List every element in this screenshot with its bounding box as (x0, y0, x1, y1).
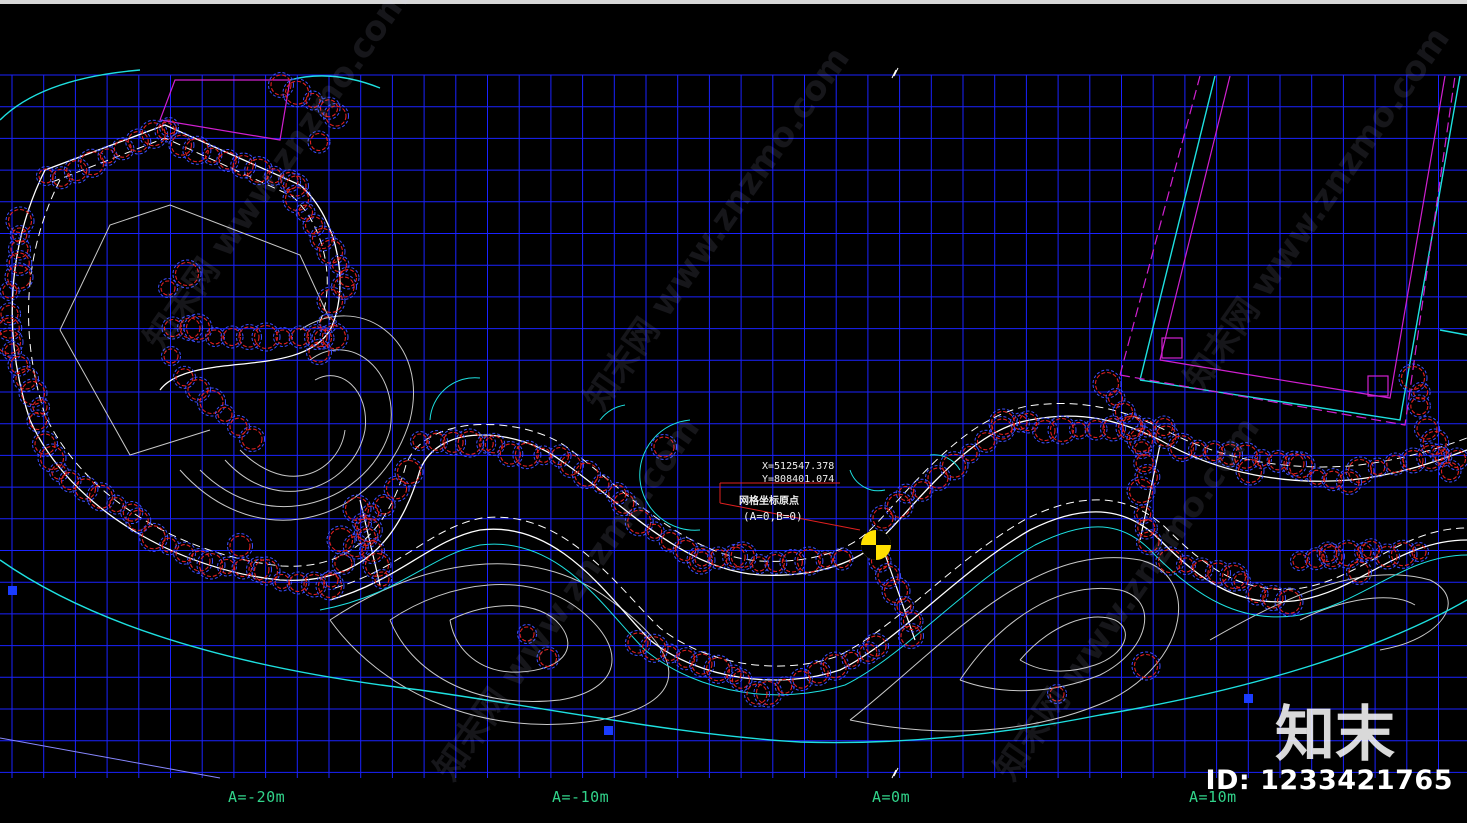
shrub-outline (1420, 428, 1450, 458)
shrub (303, 573, 325, 596)
shrub-outline (1345, 456, 1375, 486)
shrub (1233, 573, 1249, 589)
cad-viewport[interactable]: 知末网 www.znzmo.com 知末网 www.znzmo.com 知末网 … (0, 0, 1467, 823)
shrub-outline (182, 135, 212, 165)
shrub (1107, 390, 1124, 406)
shrub (1416, 418, 1438, 440)
shrub-outline (72, 475, 99, 502)
origin-y-coordinate: Y=808401.074 (762, 474, 835, 485)
shrub (333, 276, 355, 298)
shrub (113, 139, 132, 158)
shrub (2, 283, 18, 299)
shrub (1221, 564, 1247, 590)
shrub-outline (1359, 538, 1383, 562)
shrub-outline (512, 440, 542, 470)
shrub-outline (455, 428, 485, 458)
shrub-outline (1131, 651, 1161, 681)
shrub-outline (764, 551, 788, 575)
shrub (796, 548, 821, 574)
shrub (1071, 421, 1087, 438)
shrub (872, 507, 894, 529)
shrub (694, 551, 710, 567)
shrub (275, 329, 291, 345)
shrub-outline (482, 432, 506, 456)
shrub-outline (4, 262, 34, 292)
axis-label-0: A=0m (872, 788, 911, 806)
shrub (184, 138, 209, 163)
shrub (755, 680, 781, 706)
shrub (1136, 466, 1158, 488)
shrub (457, 430, 482, 456)
shrub (751, 556, 767, 572)
shrub-outline (239, 426, 265, 452)
shrub (1135, 453, 1154, 473)
shrub-outline (301, 571, 327, 598)
shrub-outline (1092, 369, 1122, 399)
shrub-outline (1407, 394, 1431, 418)
shrub (204, 147, 220, 163)
shrub (207, 329, 223, 345)
shrub (499, 443, 521, 465)
origin-subtitle: (A=0,B=0) (743, 510, 803, 523)
shrub (127, 509, 149, 531)
shrub (396, 459, 422, 485)
shrub (241, 428, 263, 450)
shrub-outline (5, 206, 35, 236)
shrub (187, 379, 209, 401)
shrub (9, 355, 29, 375)
shrub (0, 304, 19, 324)
shrub-outline (1219, 562, 1249, 592)
shrub (1410, 396, 1429, 416)
reference-arcs (429, 377, 961, 531)
shrub-outline (309, 225, 336, 252)
shrub (886, 493, 912, 518)
shrub (304, 216, 324, 235)
shrub (6, 264, 32, 290)
shrub (229, 535, 251, 557)
shrub (661, 531, 680, 550)
shrub (1192, 559, 1212, 579)
shrub (822, 654, 847, 679)
shrub-outline (571, 460, 601, 490)
shrub (32, 399, 48, 415)
id-badge: ID: 1233421765 (1205, 765, 1453, 796)
shrub-outline (326, 525, 356, 555)
axis-label-neg10: A=-10m (552, 788, 610, 806)
shrub-outline (1112, 400, 1136, 424)
shrub-outline (125, 128, 152, 155)
axis-label-neg20: A=-20m (228, 788, 286, 806)
shrub (238, 326, 260, 348)
break-symbols (891, 67, 899, 779)
shrub (1128, 478, 1154, 504)
shrub-outline (830, 547, 854, 571)
shrub-outline (120, 501, 144, 525)
shrub-outline (1400, 447, 1426, 474)
brand-logo: 知末 (1275, 700, 1395, 770)
shrub-outline (18, 378, 48, 408)
shrub (912, 481, 932, 500)
shrub-outline (227, 415, 250, 439)
shrub (1049, 417, 1075, 443)
shrub-outline (875, 563, 901, 589)
shrub-outline (1319, 543, 1345, 570)
shrub-outline (1383, 452, 1407, 476)
shrub (318, 239, 344, 264)
shrub-outline (227, 533, 253, 559)
origin-x-coordinate: X=512547.378 (762, 461, 835, 472)
origin-title: 网格坐标原点 (739, 496, 799, 507)
shrub (1440, 461, 1460, 481)
shrub-outline (1346, 559, 1372, 585)
shrub (941, 453, 967, 478)
shrub-outline (703, 654, 733, 684)
landscape-plan-drawing[interactable] (0, 0, 1467, 823)
shrub (1114, 402, 1134, 422)
shrub (807, 662, 829, 684)
shrub (817, 552, 833, 568)
shrub-outline (870, 505, 896, 531)
